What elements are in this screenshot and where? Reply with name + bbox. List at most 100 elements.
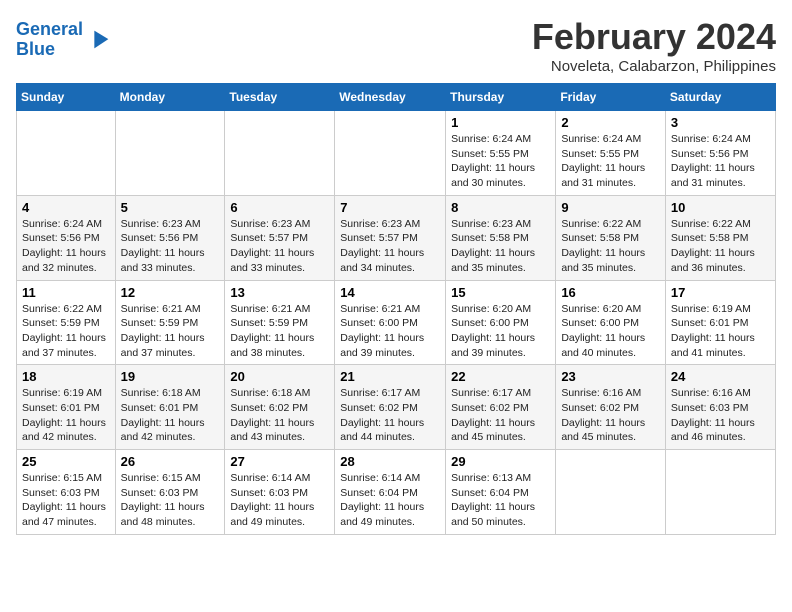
day-info: Sunrise: 6:23 AM Sunset: 5:56 PM Dayligh… [121, 217, 220, 276]
week-row-4: 18 Sunrise: 6:19 AM Sunset: 6:01 PM Dayli… [17, 365, 776, 450]
day-number: 6 [230, 200, 329, 215]
week-row-1: 1 Sunrise: 6:24 AM Sunset: 5:55 PM Daylig… [17, 111, 776, 196]
day-info: Sunrise: 6:21 AM Sunset: 5:59 PM Dayligh… [121, 302, 220, 361]
day-info: Sunrise: 6:22 AM Sunset: 5:58 PM Dayligh… [671, 217, 770, 276]
day-info: Sunrise: 6:18 AM Sunset: 6:02 PM Dayligh… [230, 386, 329, 445]
day-number: 5 [121, 200, 220, 215]
day-info: Sunrise: 6:17 AM Sunset: 6:02 PM Dayligh… [451, 386, 550, 445]
day-info: Sunrise: 6:23 AM Sunset: 5:58 PM Dayligh… [451, 217, 550, 276]
day-cell: 3 Sunrise: 6:24 AM Sunset: 5:56 PM Daylig… [665, 111, 775, 196]
day-info: Sunrise: 6:16 AM Sunset: 6:03 PM Dayligh… [671, 386, 770, 445]
day-number: 27 [230, 454, 329, 469]
day-number: 1 [451, 115, 550, 130]
calendar-table: SundayMondayTuesdayWednesdayThursdayFrid… [16, 83, 776, 535]
day-cell: 25 Sunrise: 6:15 AM Sunset: 6:03 PM Dayli… [17, 450, 116, 535]
day-number: 3 [671, 115, 770, 130]
day-number: 25 [22, 454, 110, 469]
day-info: Sunrise: 6:16 AM Sunset: 6:02 PM Dayligh… [561, 386, 660, 445]
day-cell: 19Sunrise: 6:18 AM Sunset: 6:01 PM Dayli… [115, 365, 225, 450]
day-cell [17, 111, 116, 196]
col-header-sunday: Sunday [17, 84, 116, 111]
day-cell: 20 Sunrise: 6:18 AM Sunset: 6:02 PM Dayli… [225, 365, 335, 450]
day-cell: 17 Sunrise: 6:19 AM Sunset: 6:01 PM Dayli… [665, 280, 775, 365]
day-number: 22 [451, 369, 550, 384]
day-info: Sunrise: 6:13 AM Sunset: 6:04 PM Dayligh… [451, 471, 550, 530]
logo-line1: General [16, 19, 83, 39]
day-number: 10 [671, 200, 770, 215]
day-cell [225, 111, 335, 196]
col-header-saturday: Saturday [665, 84, 775, 111]
day-number: 20 [230, 369, 329, 384]
title-block: February 2024 Noveleta, Calabarzon, Phil… [532, 16, 776, 75]
day-cell: 13 Sunrise: 6:21 AM Sunset: 5:59 PM Dayli… [225, 280, 335, 365]
day-info: Sunrise: 6:24 AM Sunset: 5:56 PM Dayligh… [671, 132, 770, 191]
col-header-wednesday: Wednesday [335, 84, 446, 111]
week-row-5: 25 Sunrise: 6:15 AM Sunset: 6:03 PM Dayli… [17, 450, 776, 535]
day-cell: 5 Sunrise: 6:23 AM Sunset: 5:56 PM Daylig… [115, 195, 225, 280]
day-cell: 28 Sunrise: 6:14 AM Sunset: 6:04 PM Dayli… [335, 450, 446, 535]
col-header-friday: Friday [556, 84, 666, 111]
day-cell: 14 Sunrise: 6:21 AM Sunset: 6:00 PM Dayli… [335, 280, 446, 365]
day-number: 7 [340, 200, 440, 215]
day-number: 8 [451, 200, 550, 215]
day-number: 4 [22, 200, 110, 215]
day-info: Sunrise: 6:19 AM Sunset: 6:01 PM Dayligh… [671, 302, 770, 361]
day-number: 2 [561, 115, 660, 130]
day-cell: 24Sunrise: 6:16 AM Sunset: 6:03 PM Dayli… [665, 365, 775, 450]
day-cell: 1Sunrise: 6:24 AM Sunset: 5:55 PM Daylig… [446, 111, 556, 196]
col-header-tuesday: Tuesday [225, 84, 335, 111]
day-cell: 23 Sunrise: 6:16 AM Sunset: 6:02 PM Dayli… [556, 365, 666, 450]
day-number: 16 [561, 285, 660, 300]
day-cell: 2 Sunrise: 6:24 AM Sunset: 5:55 PM Daylig… [556, 111, 666, 196]
logo-line2: Blue [16, 39, 55, 59]
day-cell: 7 Sunrise: 6:23 AM Sunset: 5:57 PM Daylig… [335, 195, 446, 280]
day-cell: 18 Sunrise: 6:19 AM Sunset: 6:01 PM Dayli… [17, 365, 116, 450]
day-cell [115, 111, 225, 196]
day-number: 17 [671, 285, 770, 300]
day-info: Sunrise: 6:23 AM Sunset: 5:57 PM Dayligh… [230, 217, 329, 276]
location-title: Noveleta, Calabarzon, Philippines [532, 58, 776, 75]
day-cell: 11Sunrise: 6:22 AM Sunset: 5:59 PM Dayli… [17, 280, 116, 365]
day-info: Sunrise: 6:14 AM Sunset: 6:04 PM Dayligh… [340, 471, 440, 530]
day-cell: 21 Sunrise: 6:17 AM Sunset: 6:02 PM Dayli… [335, 365, 446, 450]
month-title: February 2024 [532, 16, 776, 58]
day-cell [665, 450, 775, 535]
day-info: Sunrise: 6:17 AM Sunset: 6:02 PM Dayligh… [340, 386, 440, 445]
day-number: 28 [340, 454, 440, 469]
day-info: Sunrise: 6:20 AM Sunset: 6:00 PM Dayligh… [451, 302, 550, 361]
day-number: 19 [121, 369, 220, 384]
header: General Blue February 2024 Noveleta, Cal… [16, 16, 776, 75]
day-cell: 6 Sunrise: 6:23 AM Sunset: 5:57 PM Daylig… [225, 195, 335, 280]
day-cell: 22 Sunrise: 6:17 AM Sunset: 6:02 PM Dayli… [446, 365, 556, 450]
day-info: Sunrise: 6:22 AM Sunset: 5:59 PM Dayligh… [22, 302, 110, 361]
day-number: 14 [340, 285, 440, 300]
logo-text: General Blue [16, 20, 83, 60]
day-cell: 8 Sunrise: 6:23 AM Sunset: 5:58 PM Daylig… [446, 195, 556, 280]
day-cell: 16 Sunrise: 6:20 AM Sunset: 6:00 PM Dayli… [556, 280, 666, 365]
day-number: 23 [561, 369, 660, 384]
col-header-monday: Monday [115, 84, 225, 111]
day-number: 26 [121, 454, 220, 469]
day-number: 29 [451, 454, 550, 469]
day-info: Sunrise: 6:23 AM Sunset: 5:57 PM Dayligh… [340, 217, 440, 276]
day-number: 18 [22, 369, 110, 384]
day-info: Sunrise: 6:19 AM Sunset: 6:01 PM Dayligh… [22, 386, 110, 445]
col-header-thursday: Thursday [446, 84, 556, 111]
day-number: 21 [340, 369, 440, 384]
day-info: Sunrise: 6:15 AM Sunset: 6:03 PM Dayligh… [121, 471, 220, 530]
day-number: 13 [230, 285, 329, 300]
day-info: Sunrise: 6:20 AM Sunset: 6:00 PM Dayligh… [561, 302, 660, 361]
day-cell: 26 Sunrise: 6:15 AM Sunset: 6:03 PM Dayli… [115, 450, 225, 535]
day-info: Sunrise: 6:24 AM Sunset: 5:55 PM Dayligh… [561, 132, 660, 191]
day-cell [556, 450, 666, 535]
day-info: Sunrise: 6:15 AM Sunset: 6:03 PM Dayligh… [22, 471, 110, 530]
day-info: Sunrise: 6:22 AM Sunset: 5:58 PM Dayligh… [561, 217, 660, 276]
header-row: SundayMondayTuesdayWednesdayThursdayFrid… [17, 84, 776, 111]
day-info: Sunrise: 6:21 AM Sunset: 6:00 PM Dayligh… [340, 302, 440, 361]
logo-icon [85, 26, 113, 54]
day-cell: 27Sunrise: 6:14 AM Sunset: 6:03 PM Dayli… [225, 450, 335, 535]
day-cell: 9Sunrise: 6:22 AM Sunset: 5:58 PM Daylig… [556, 195, 666, 280]
day-cell: 12 Sunrise: 6:21 AM Sunset: 5:59 PM Dayli… [115, 280, 225, 365]
day-info: Sunrise: 6:21 AM Sunset: 5:59 PM Dayligh… [230, 302, 329, 361]
day-number: 12 [121, 285, 220, 300]
